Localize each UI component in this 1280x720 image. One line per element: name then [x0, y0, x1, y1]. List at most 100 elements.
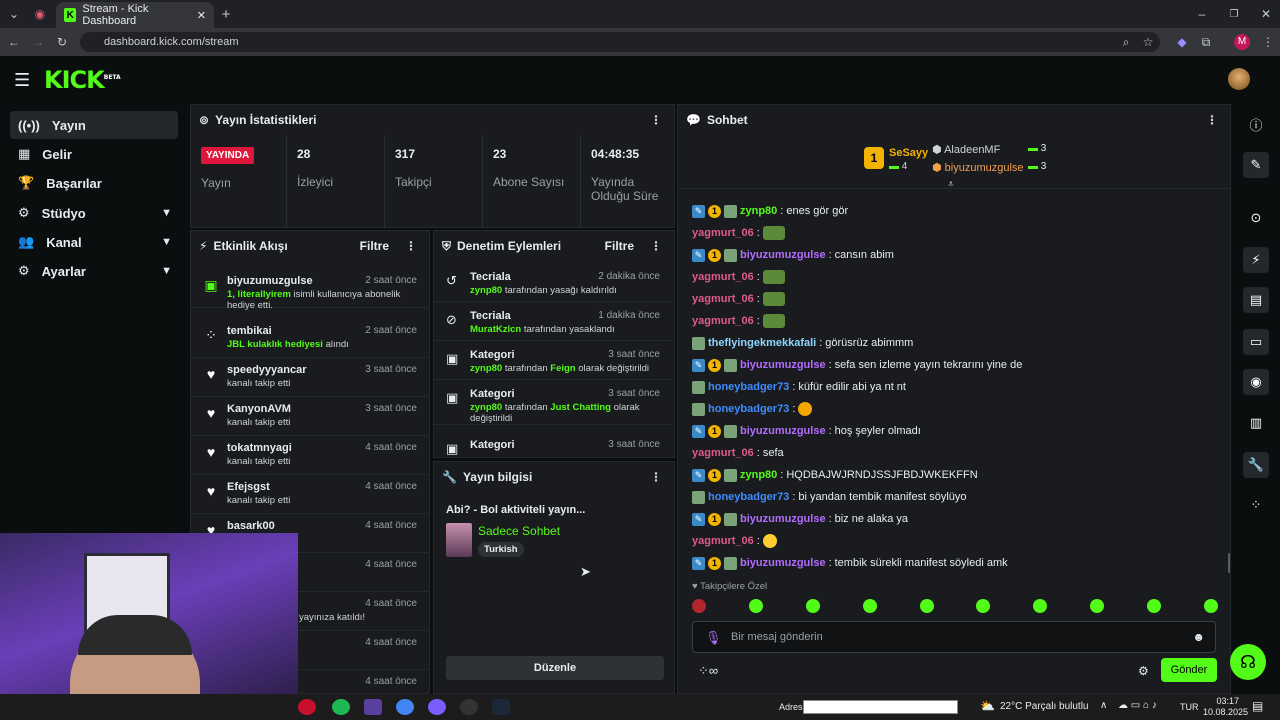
nav-item-basarilar[interactable]: 🏆 Başarılar — [10, 169, 178, 197]
weather-text[interactable]: 22°C Parçalı bulutlu — [1000, 701, 1089, 712]
record-icon[interactable]: ◉ — [30, 4, 50, 24]
zoom-icon[interactable]: ⌕ — [1116, 32, 1136, 52]
emote-icon[interactable] — [919, 599, 934, 613]
emote-icon[interactable] — [805, 599, 820, 613]
profile-avatar[interactable]: M — [1234, 34, 1250, 50]
chat-username[interactable]: yagmurt_06 — [692, 315, 754, 327]
chat-username[interactable]: yagmurt_06 — [692, 271, 754, 283]
extension-icon[interactable]: ◆ — [1172, 32, 1192, 52]
chat-username[interactable]: biyuzumuzgulse — [740, 425, 826, 437]
tray-icons[interactable]: ☁ ▭ ⌂ ♪ — [1118, 700, 1157, 711]
nav-item-studyo[interactable]: ⚙ Stüdyo ▼ — [10, 199, 178, 227]
hamburger-menu-icon[interactable]: ☰ — [14, 70, 30, 91]
settings-icon[interactable]: ⚙ — [1138, 664, 1149, 678]
chat-username[interactable]: honeybadger73 — [708, 403, 789, 415]
notifications-icon[interactable]: ▤ — [1252, 699, 1263, 713]
chat-input[interactable]: 🎙 Bir mesaj gönderin ☻ — [692, 621, 1216, 653]
nav-item-kanal[interactable]: 👥 Kanal ▼ — [10, 228, 178, 256]
kicks-icon[interactable]: ⁘∞ — [698, 663, 718, 679]
chat-username[interactable]: yagmurt_06 — [692, 227, 754, 239]
emote-icon[interactable] — [1147, 599, 1161, 613]
activity-user[interactable]: biyuzumuzgulse — [227, 275, 313, 287]
chat-emote-icon[interactable] — [762, 534, 777, 548]
mod-target[interactable]: Tecriala — [470, 271, 511, 283]
activity-user[interactable]: speedyyyancar — [227, 364, 307, 376]
chat-username[interactable]: biyuzumuzgulse — [740, 557, 826, 569]
chat-emote-icon[interactable] — [798, 402, 813, 416]
mod-target[interactable]: Tecriala — [470, 310, 511, 322]
info-icon[interactable]: ⓘ — [1243, 111, 1269, 137]
minimize-icon[interactable]: – — [1192, 4, 1212, 24]
reload-icon[interactable]: ↻ — [52, 32, 72, 52]
restore-icon[interactable]: ❐ — [1224, 4, 1244, 24]
chat-username[interactable]: yagmurt_06 — [692, 535, 754, 547]
nav-item-yayin[interactable]: ((•)) Yayın — [10, 111, 178, 139]
edit-pencil-icon[interactable]: ✎ — [1243, 152, 1269, 178]
tray-chevron-icon[interactable]: ∧ — [1100, 700, 1107, 711]
app-icon[interactable] — [364, 699, 382, 715]
chat-emote-icon[interactable] — [762, 292, 785, 306]
emote-icon[interactable] — [748, 599, 763, 613]
emote-icon[interactable] — [1203, 599, 1218, 613]
browser-menu-icon[interactable]: ⋮ — [1258, 32, 1278, 52]
more-options-icon[interactable]: ⋮ — [1206, 113, 1218, 127]
more-options-icon[interactable]: ⋮ — [650, 239, 662, 253]
emote-icon[interactable] — [692, 599, 706, 613]
chat-emote-icon[interactable] — [762, 226, 785, 240]
wrench-icon[interactable]: 🔧 — [1243, 452, 1269, 478]
emote-icon[interactable] — [1033, 599, 1048, 613]
support-chat-icon[interactable]: ☊ — [1230, 644, 1266, 680]
send-button[interactable]: Gönder — [1161, 658, 1217, 682]
bookmark-star-icon[interactable]: ☆ — [1138, 32, 1158, 52]
category-thumbnail[interactable] — [446, 523, 472, 557]
chat-username[interactable]: biyuzumuzgulse — [740, 359, 826, 371]
filter-button[interactable]: Filtre — [360, 239, 389, 253]
chat-scrollbar[interactable] — [1228, 553, 1230, 573]
obs-icon[interactable] — [460, 699, 478, 715]
chat-username[interactable]: theflyingekmekkafali — [708, 337, 816, 349]
kicks-icon[interactable]: ⁘ — [1243, 492, 1269, 518]
tab-search-icon[interactable]: ⌄ — [4, 4, 24, 24]
opera-icon[interactable] — [298, 699, 316, 715]
clock[interactable]: 03:17 10.08.2025 — [1203, 696, 1248, 718]
leader-third[interactable]: ⬢ biyuzumuzgulse — [932, 161, 1024, 174]
discord-icon[interactable] — [428, 699, 446, 715]
more-options-icon[interactable]: ⋮ — [650, 113, 662, 127]
nav-item-gelir[interactable]: ▦ Gelir — [10, 140, 178, 168]
edit-button[interactable]: Düzenle — [446, 656, 664, 680]
emote-icon[interactable] — [976, 599, 991, 613]
chat-username[interactable]: yagmurt_06 — [692, 447, 754, 459]
window-close-icon[interactable]: ✕ — [1256, 4, 1276, 24]
new-tab-icon[interactable]: + — [216, 4, 236, 24]
emoji-icon[interactable]: ☻ — [1192, 630, 1205, 644]
more-options-icon[interactable]: ⋮ — [405, 239, 417, 253]
filter-button[interactable]: Filtre — [605, 239, 634, 253]
mod-tools-icon[interactable]: ▥ — [1243, 410, 1269, 436]
chat-username[interactable]: zynp80 — [740, 205, 777, 217]
expand-leaderboard-icon[interactable]: ⩡ — [948, 179, 954, 190]
leader-first-name[interactable]: SeSayy — [889, 147, 928, 159]
leader-second[interactable]: ⬢ AladeenMF — [932, 143, 1000, 156]
user-avatar[interactable] — [1228, 68, 1250, 90]
lightning-icon[interactable]: ⚡ — [1243, 247, 1269, 273]
language-indicator[interactable]: TUR — [1180, 702, 1199, 712]
activity-user[interactable]: basark00 — [227, 520, 275, 532]
chrome-icon[interactable] — [396, 699, 414, 715]
activity-user[interactable]: Efejsgst — [227, 481, 270, 493]
chat-username[interactable]: honeybadger73 — [708, 381, 789, 393]
microphone-icon[interactable]: 🎙 — [705, 630, 722, 646]
kick-logo[interactable]: KICKBETA — [44, 66, 121, 94]
chat-username[interactable]: biyuzumuzgulse — [740, 249, 826, 261]
chat-icon[interactable]: ▭ — [1243, 329, 1269, 355]
activity-user[interactable]: KanyonAVM — [227, 403, 291, 415]
back-icon[interactable]: ← — [4, 32, 24, 52]
emote-icon[interactable] — [1090, 599, 1105, 613]
chat-username[interactable]: honeybadger73 — [708, 491, 789, 503]
forward-icon[interactable]: → — [28, 32, 48, 52]
category-link[interactable]: Sadece Sohbet — [478, 524, 560, 538]
emote-icon[interactable] — [862, 599, 877, 613]
chat-emote-icon[interactable] — [762, 270, 785, 284]
nav-item-ayarlar[interactable]: ⚙ Ayarlar ▼ — [10, 257, 178, 285]
chat-username[interactable]: zynp80 — [740, 469, 777, 481]
steam-icon[interactable] — [492, 699, 510, 715]
